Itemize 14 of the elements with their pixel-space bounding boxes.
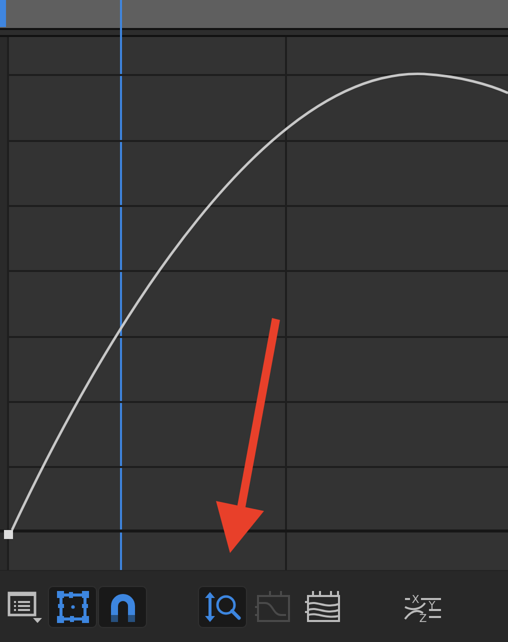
zoom-button[interactable] <box>199 587 246 627</box>
playhead-handle[interactable] <box>120 0 122 37</box>
zoom-icon <box>204 590 242 624</box>
frame-button[interactable] <box>49 587 96 627</box>
playhead-line[interactable] <box>120 37 122 570</box>
snap-button[interactable] <box>99 587 146 627</box>
frame-icon <box>56 591 88 623</box>
magnet-icon <box>108 592 136 622</box>
range-marker[interactable] <box>0 0 6 27</box>
animation-curve[interactable] <box>10 72 508 531</box>
curves-icon <box>304 591 340 623</box>
curve-graph[interactable] <box>0 37 508 570</box>
curve-icon <box>254 591 290 623</box>
list-icon <box>6 590 42 624</box>
